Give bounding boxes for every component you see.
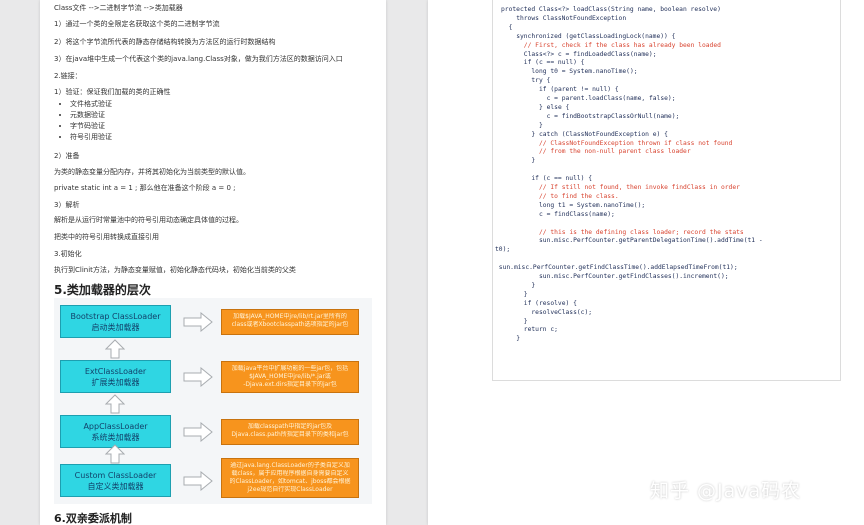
code-line: sun.misc.PerfCounter.getFindClasses().in… xyxy=(539,273,729,280)
description-line: Djava.class.path所指定目录下的类和jar包 xyxy=(231,431,349,438)
code-sample: private static int a = 1 ; 那么他在准备这个阶段 a … xyxy=(54,184,236,192)
code-line: } else { xyxy=(539,103,570,111)
resolve-text-2: 把类中的符号引用转换成直接引用 xyxy=(54,233,159,241)
code-line: } xyxy=(531,281,536,289)
prepare-title: 2）准备 xyxy=(54,152,80,160)
code-line: { xyxy=(508,23,513,31)
code-line: c = findBootstrapClassOrNull(name); xyxy=(546,112,680,120)
code-line: synchronized (getClassLoadingLock(name))… xyxy=(516,32,676,40)
custom-loader-box: Custom ClassLoader 自定义类加载器 xyxy=(60,464,171,497)
code-line: if (parent != null) { xyxy=(539,86,619,94)
loader-cn: 自定义类加载器 xyxy=(87,482,144,491)
step-3: 3）在java堆中生成一个代表这个类的java.lang.Class对象，做为我… xyxy=(54,55,343,63)
arrow-right-icon xyxy=(183,367,213,387)
loader-name: Custom ClassLoader xyxy=(74,471,157,480)
loader-name: AppClassLoader xyxy=(83,422,148,431)
verify-list: 文件格式验证 元数据验证 字节码验证 符号引用验证 xyxy=(54,99,112,143)
description-line: 加载classpath中指定的jar包及 xyxy=(247,423,333,430)
code-line: } xyxy=(539,121,543,129)
code-block: protected Class<?> loadClass(String name… xyxy=(492,0,841,381)
code-line: try { xyxy=(531,77,551,85)
loader-cn: 系统类加载器 xyxy=(91,433,140,442)
description-line: 通过java.lang.ClassLoader的子类自定义加 xyxy=(230,462,350,469)
code-line: sun.misc.PerfCounter.getFindClassTime().… xyxy=(495,264,738,272)
code-line: throws ClassNotFoundException xyxy=(516,14,627,22)
bootstrap-loader-box: Bootstrap ClassLoader 启动类加载器 xyxy=(60,305,171,338)
description-line: 加载$JAVA_HOME中jre/lib/rt.jar里所有的 xyxy=(233,313,347,320)
ext-loader-box: ExtClassLoader 扩展类加载器 xyxy=(60,360,171,393)
code-line: protected Class<?> loadClass(String name… xyxy=(501,6,721,13)
arrow-right-icon xyxy=(183,312,213,332)
code-line: if (c == null) { xyxy=(523,59,585,67)
code-comment-line: // from the non-null parent class loader xyxy=(539,148,691,156)
left-document-page: Class文件 -->二进制字节流 -->类加载器 1）通过一个类的全限定名获取… xyxy=(40,0,386,525)
description-line: class或者Xbootclasspath选项指定的jar包 xyxy=(231,321,349,328)
description-line: j2ee规范自行实现ClassLoader xyxy=(247,486,333,493)
loader-name: ExtClassLoader xyxy=(84,367,147,376)
loader-cn: 扩展类加载器 xyxy=(91,378,140,387)
code-line: } xyxy=(516,335,520,343)
code-line: if (c == null) { xyxy=(531,175,593,183)
code-line: return c; xyxy=(523,326,558,334)
code-line: c = parent.loadClass(name, false); xyxy=(546,95,676,102)
arrow-up-icon xyxy=(105,394,125,414)
list-item: 元数据验证 xyxy=(70,110,112,121)
section-6-title: 6.双亲委派机制 xyxy=(54,512,132,525)
arrow-right-icon xyxy=(183,422,213,442)
init-text: 执行到Clinit方法，为静态变量赋值，初始化静态代码块，初始化当前类的父类 xyxy=(54,266,296,274)
verify-title: 1）验证：保证我们加载的类的正确性 xyxy=(54,88,171,96)
resolve-title: 3）解析 xyxy=(54,201,80,209)
list-item: 字节码验证 xyxy=(70,121,112,132)
right-document-page: protected Class<?> loadClass(String name… xyxy=(428,0,864,525)
list-item: 文件格式验证 xyxy=(70,99,112,110)
code-comment-line: // First, check if the class has already… xyxy=(523,41,721,49)
list-item: 符号引用验证 xyxy=(70,132,112,143)
zhihu-watermark: 知乎 @Java码农 xyxy=(650,480,802,502)
code-line: } xyxy=(531,157,536,165)
ext-description: 加载java平台中扩展功能的一些jar包，包括 $JAVA_HOME中jre/l… xyxy=(221,361,359,393)
description-line: 的ClassLoader，如tomcat、jboss都会根据 xyxy=(229,478,351,485)
arrow-right-icon xyxy=(183,471,213,491)
prepare-text: 为类的静态变量分配内存，并将其初始化为当前类型的默认值。 xyxy=(54,168,250,176)
bootstrap-description: 加载$JAVA_HOME中jre/lib/rt.jar里所有的 class或者X… xyxy=(221,309,359,335)
init-title: 3.初始化 xyxy=(54,250,82,258)
description-line: -Djava.ext.dirs指定目录下的jar包 xyxy=(243,381,337,388)
description-line: $JAVA_HOME中jre/lib/*.jar或 xyxy=(249,373,331,380)
code-line: long t0 = System.nanoTime(); xyxy=(531,68,638,76)
step-1: 1）通过一个类的全限定名获取这个类的二进制字节流 xyxy=(54,20,220,28)
arrow-up-icon xyxy=(105,444,125,464)
code-line: sun.misc.PerfCounter.getParentDelegation… xyxy=(539,237,763,245)
code-line: } catch (ClassNotFoundException e) { xyxy=(531,130,668,138)
link-title: 2.链接： xyxy=(54,72,82,80)
code-line: long t1 = System.nanoTime(); xyxy=(539,201,646,209)
code-line: Class<?> c = findLoadedClass(name); xyxy=(523,50,657,58)
code-line: resolveClass(c); xyxy=(531,308,593,316)
code-comment-line: // to find the class. xyxy=(539,192,619,200)
classloader-hierarchy-diagram: Bootstrap ClassLoader 启动类加载器 ExtClassLoa… xyxy=(54,298,372,504)
loader-cn: 启动类加载器 xyxy=(91,323,140,332)
section-5-title: 5.类加载器的层次 xyxy=(54,283,151,297)
description-line: 加载java平台中扩展功能的一些jar包，包括 xyxy=(231,365,349,372)
description-line: 载class，属于应用程序根据自身需要自定义 xyxy=(231,470,349,477)
code-line: c = findClass(name); xyxy=(539,210,615,218)
code-comment-line: // If still not found, then invoke findC… xyxy=(539,184,740,191)
app-description: 加载classpath中指定的jar包及 Djava.class.path所指定… xyxy=(221,419,359,445)
code-line: if (resolve) { xyxy=(523,299,577,307)
code-line: } xyxy=(523,290,528,298)
heading-line: Class文件 -->二进制字节流 -->类加载器 xyxy=(54,4,183,12)
code-line: t0); xyxy=(495,246,511,254)
code-comment-line: // this is the defining class loader; re… xyxy=(539,228,744,236)
step-2: 2）将这个字节流所代表的静态存储结构转换为方法区的运行时数据结构 xyxy=(54,38,276,46)
code-line: } xyxy=(523,317,528,325)
arrow-up-icon xyxy=(105,339,125,359)
resolve-text-1: 解析是从运行时常量池中的符号引用动态确定具体值的过程。 xyxy=(54,216,243,224)
code-comment-line: // ClassNotFoundException thrown if clas… xyxy=(539,139,733,147)
custom-description: 通过java.lang.ClassLoader的子类自定义加 载class，属于… xyxy=(221,458,359,498)
loader-name: Bootstrap ClassLoader xyxy=(70,312,161,321)
